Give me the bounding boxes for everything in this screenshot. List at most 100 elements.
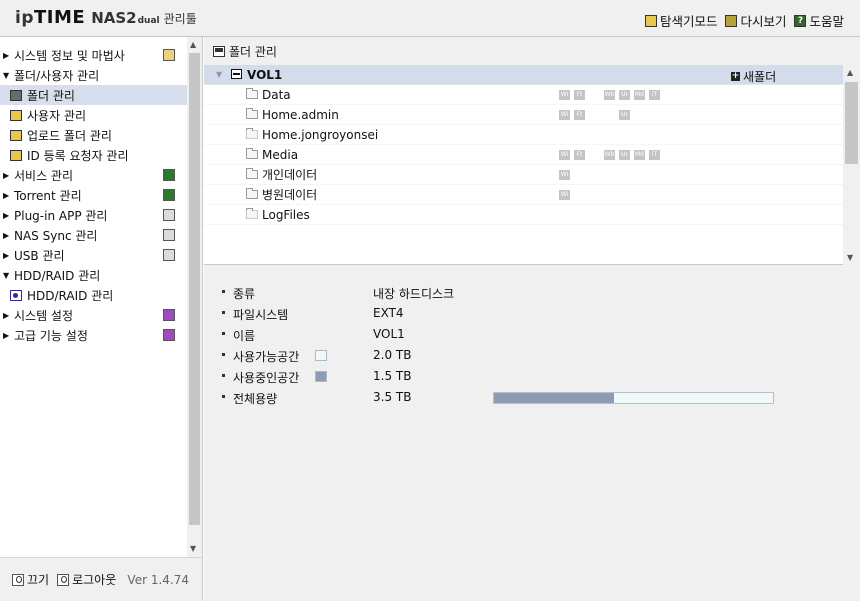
- bullet-icon: [222, 353, 225, 356]
- sidebar-item-torrent[interactable]: ▶ Torrent 관리: [0, 185, 187, 205]
- sidebar-item-label: HDD/RAID 관리: [14, 268, 101, 283]
- usage-bar-fill: [494, 393, 614, 403]
- chevron-right-icon: ▶: [3, 310, 10, 320]
- explorer-mode-label: 탐색기모드: [659, 14, 718, 29]
- bullet-icon: [222, 290, 225, 293]
- explorer-mode-link[interactable]: 탐색기모드: [644, 11, 718, 30]
- logout-button[interactable]: 로그아웃: [57, 571, 116, 588]
- scroll-down-icon[interactable]: ▼: [190, 544, 196, 553]
- sidebar-item-label: HDD/RAID 관리: [27, 288, 114, 303]
- sidebar-scrollbar[interactable]: ▲ ▼: [187, 37, 202, 557]
- bullet-icon: [222, 332, 225, 335]
- sidebar-item-label: 시스템 정보 및 마법사: [14, 48, 125, 63]
- folder-name: LogFiles: [262, 207, 310, 222]
- folder-name: 병원데이터: [262, 188, 318, 202]
- property-key: 사용가능공간: [233, 350, 300, 364]
- sidebar-item-label: 폴더/사용자 관리: [14, 68, 100, 83]
- sidebar-item-service[interactable]: ▶ 서비스 관리: [0, 165, 187, 185]
- scroll-up-icon[interactable]: ▲: [847, 68, 853, 77]
- help-icon: ?: [794, 14, 807, 27]
- property-row: 전체용량 3.5 TB: [204, 387, 860, 408]
- service-badge-icon: iT: [649, 150, 660, 160]
- sidebar-item-folder-user[interactable]: ▼ 폴더/사용자 관리: [0, 65, 187, 85]
- property-value: 1.5 TB: [373, 369, 412, 383]
- folder-row[interactable]: LogFiles: [204, 205, 843, 225]
- sidebar-item-id-requests[interactable]: ID 등록 요청자 관리: [0, 145, 187, 165]
- folder-row[interactable]: Data Wi Ft Wb Ur Md iT: [204, 85, 843, 105]
- new-folder-button[interactable]: + 새폴더: [731, 68, 776, 85]
- new-folder-label: 새폴더: [743, 70, 777, 84]
- volume-row[interactable]: ▼ VOL1 + 새폴더: [204, 65, 843, 85]
- sidebar-item-nas-sync[interactable]: ▶ NAS Sync 관리: [0, 225, 187, 245]
- sidebar-item-advanced[interactable]: ▶ 고급 기능 설정: [0, 325, 187, 345]
- sidebar-item-label: 시스템 설정: [14, 308, 74, 323]
- sidebar-item-user-manage[interactable]: 사용자 관리: [0, 105, 187, 125]
- folder-manage-icon: [213, 45, 225, 57]
- upload-folder-icon: [10, 129, 22, 141]
- folder-row[interactable]: 개인데이터 Wi: [204, 165, 843, 185]
- folder-row[interactable]: Media Wi Ft Wb Ur Md iT: [204, 145, 843, 165]
- help-label: 도움말: [809, 14, 844, 29]
- scroll-up-icon[interactable]: ▲: [190, 40, 196, 49]
- sidebar-item-system-info[interactable]: ▶ 시스템 정보 및 마법사: [0, 45, 187, 65]
- tree-scroll-thumb[interactable]: [845, 82, 858, 164]
- sidebar: ▶ 시스템 정보 및 마법사 ▼ 폴더/사용자 관리 폴더 관리 사용자 관리 …: [0, 37, 203, 601]
- scroll-down-icon[interactable]: ▼: [847, 253, 853, 262]
- folder-name: 개인데이터: [262, 168, 318, 182]
- panel-title: 폴더 관리: [229, 44, 277, 59]
- refresh-link[interactable]: 다시보기: [725, 11, 786, 30]
- sidebar-item-label: 서비스 관리: [14, 168, 74, 183]
- power-off-button[interactable]: 끄기: [12, 571, 49, 588]
- sidebar-item-label: NAS Sync 관리: [14, 228, 98, 243]
- explorer-mode-icon: [644, 14, 657, 27]
- sidebar-item-usb[interactable]: ▶ USB 관리: [0, 245, 187, 265]
- logout-label: 로그아웃: [72, 573, 117, 587]
- sidebar-item-system-settings[interactable]: ▶ 시스템 설정: [0, 305, 187, 325]
- volume-properties: 종류 내장 하드디스크 파일시스템 EXT4 이름 VOL1 사용가능공간 2.0 TB 사용중…: [204, 282, 860, 408]
- hdd-raid-icon: [10, 289, 22, 301]
- sidebar-item-folder-manage[interactable]: 폴더 관리: [0, 85, 187, 105]
- tree-scrollbar[interactable]: ▲ ▼: [843, 65, 860, 265]
- chevron-right-icon: ▶: [3, 250, 10, 260]
- property-key: 파일시스템: [233, 308, 289, 322]
- service-badge-icon: Ur: [619, 150, 630, 160]
- header: ip TIME NAS2 dual 관리툴 탐색기모드 다시보기 ? 도움말: [0, 0, 860, 37]
- bullet-icon: [222, 374, 225, 377]
- sidebar-item-hdd-raid[interactable]: HDD/RAID 관리: [0, 285, 187, 305]
- sidebar-item-hdd-raid-group[interactable]: ▼ HDD/RAID 관리: [0, 265, 187, 285]
- property-key: 사용중인공간: [233, 371, 300, 385]
- user-manage-icon: [10, 109, 22, 121]
- folder-row[interactable]: Home.jongroyonsei: [204, 125, 843, 145]
- property-row: 사용가능공간 2.0 TB: [204, 345, 860, 366]
- chevron-right-icon: ▶: [3, 230, 10, 240]
- sidebar-scroll-thumb[interactable]: [189, 53, 200, 525]
- sidebar-item-plugin[interactable]: ▶ Plug-in APP 관리: [0, 205, 187, 225]
- top-links: 탐색기모드 다시보기 ? 도움말: [644, 11, 844, 30]
- sidebar-nav: ▶ 시스템 정보 및 마법사 ▼ 폴더/사용자 관리 폴더 관리 사용자 관리 …: [0, 45, 187, 345]
- chevron-right-icon: ▶: [3, 190, 10, 200]
- folder-name: Home.admin: [262, 107, 339, 122]
- property-row: 종류 내장 하드디스크: [204, 282, 860, 303]
- sidebar-item-label: Plug-in APP 관리: [14, 208, 108, 223]
- chevron-down-icon: ▼: [3, 270, 10, 280]
- property-value: 3.5 TB: [373, 390, 412, 404]
- logout-icon: [57, 573, 70, 586]
- folder-row[interactable]: Home.admin Wi Ft Ur: [204, 105, 843, 125]
- legend-swatch: [315, 350, 327, 361]
- sidebar-footer: 끄기 로그아웃 Ver 1.4.74: [0, 557, 202, 601]
- folder-icon: [246, 88, 258, 99]
- help-link[interactable]: ? 도움말: [794, 11, 844, 30]
- folder-icon: [246, 188, 258, 199]
- sidebar-item-label: 업로드 폴더 관리: [27, 128, 112, 143]
- chevron-down-icon[interactable]: ▼: [216, 70, 222, 79]
- folder-row[interactable]: 병원데이터 Wi: [204, 185, 843, 205]
- property-value: 내장 하드디스크: [373, 287, 455, 301]
- refresh-icon: [725, 14, 738, 27]
- chevron-down-icon: ▼: [3, 70, 10, 80]
- folder-icon: [246, 168, 258, 179]
- folder-name: Data: [262, 87, 291, 102]
- sidebar-item-label: Torrent 관리: [14, 188, 82, 203]
- chevron-right-icon: ▶: [3, 170, 10, 180]
- sidebar-item-upload-folder[interactable]: 업로드 폴더 관리: [0, 125, 187, 145]
- refresh-label: 다시보기: [740, 14, 787, 29]
